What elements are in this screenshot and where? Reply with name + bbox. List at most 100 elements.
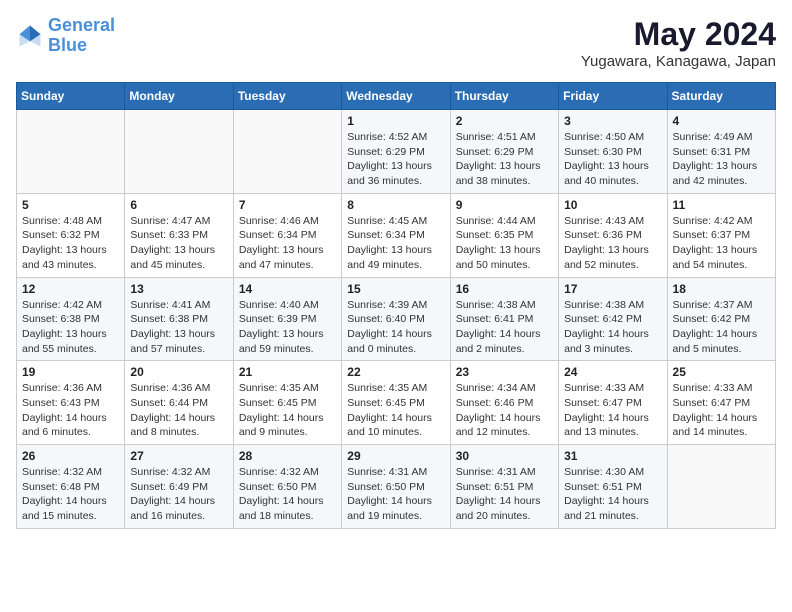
logo: General Blue (16, 16, 115, 56)
day-info: Sunrise: 4:35 AM Sunset: 6:45 PM Dayligh… (239, 381, 336, 440)
calendar-cell: 17 Sunrise: 4:38 AM Sunset: 6:42 PM Dayli… (559, 277, 667, 361)
day-number: 5 (22, 198, 119, 212)
calendar-week: 1Sunrise: 4:52 AM Sunset: 6:29 PM Daylig… (17, 110, 776, 194)
calendar-cell: 4 Sunrise: 4:49 AM Sunset: 6:31 PM Daylig… (667, 110, 775, 194)
logo-text: General Blue (48, 16, 115, 56)
calendar-cell: 31Sunrise: 4:30 AM Sunset: 6:51 PM Dayli… (559, 445, 667, 529)
day-number: 2 (456, 114, 553, 128)
day-info: Sunrise: 4:31 AM Sunset: 6:50 PM Dayligh… (347, 465, 444, 524)
day-info: Sunrise: 4:48 AM Sunset: 6:32 PM Dayligh… (22, 214, 119, 273)
calendar-cell: 1Sunrise: 4:52 AM Sunset: 6:29 PM Daylig… (342, 110, 450, 194)
calendar-cell: 22 Sunrise: 4:35 AM Sunset: 6:45 PM Dayli… (342, 361, 450, 445)
header-day: Friday (559, 83, 667, 110)
day-number: 9 (456, 198, 553, 212)
day-number: 13 (130, 282, 227, 296)
day-number: 20 (130, 365, 227, 379)
day-info: Sunrise: 4:45 AM Sunset: 6:34 PM Dayligh… (347, 214, 444, 273)
calendar-cell: 5 Sunrise: 4:48 AM Sunset: 6:32 PM Daylig… (17, 193, 125, 277)
calendar-body: 1Sunrise: 4:52 AM Sunset: 6:29 PM Daylig… (17, 110, 776, 529)
calendar-cell: 11Sunrise: 4:42 AM Sunset: 6:37 PM Dayli… (667, 193, 775, 277)
calendar-week: 12 Sunrise: 4:42 AM Sunset: 6:38 PM Dayli… (17, 277, 776, 361)
calendar-cell: 26 Sunrise: 4:32 AM Sunset: 6:48 PM Dayli… (17, 445, 125, 529)
day-info: Sunrise: 4:50 AM Sunset: 6:30 PM Dayligh… (564, 130, 661, 189)
calendar-cell (125, 110, 233, 194)
calendar-cell: 6 Sunrise: 4:47 AM Sunset: 6:33 PM Daylig… (125, 193, 233, 277)
day-number: 4 (673, 114, 770, 128)
location: Yugawara, Kanagawa, Japan (581, 53, 776, 70)
day-info: Sunrise: 4:37 AM Sunset: 6:42 PM Dayligh… (673, 298, 770, 357)
day-number: 22 (347, 365, 444, 379)
day-number: 15 (347, 282, 444, 296)
calendar-cell: 15 Sunrise: 4:39 AM Sunset: 6:40 PM Dayli… (342, 277, 450, 361)
day-number: 3 (564, 114, 661, 128)
day-number: 14 (239, 282, 336, 296)
day-info: Sunrise: 4:46 AM Sunset: 6:34 PM Dayligh… (239, 214, 336, 273)
calendar-cell: 29 Sunrise: 4:31 AM Sunset: 6:50 PM Dayli… (342, 445, 450, 529)
calendar-header: SundayMondayTuesdayWednesdayThursdayFrid… (17, 83, 776, 110)
day-info: Sunrise: 4:40 AM Sunset: 6:39 PM Dayligh… (239, 298, 336, 357)
day-number: 28 (239, 449, 336, 463)
day-number: 19 (22, 365, 119, 379)
month-title: May 2024 (581, 16, 776, 53)
day-info: Sunrise: 4:39 AM Sunset: 6:40 PM Dayligh… (347, 298, 444, 357)
header-row: SundayMondayTuesdayWednesdayThursdayFrid… (17, 83, 776, 110)
calendar-cell: 19Sunrise: 4:36 AM Sunset: 6:43 PM Dayli… (17, 361, 125, 445)
calendar-cell: 30Sunrise: 4:31 AM Sunset: 6:51 PM Dayli… (450, 445, 558, 529)
day-info: Sunrise: 4:33 AM Sunset: 6:47 PM Dayligh… (564, 381, 661, 440)
day-info: Sunrise: 4:49 AM Sunset: 6:31 PM Dayligh… (673, 130, 770, 189)
day-info: Sunrise: 4:35 AM Sunset: 6:45 PM Dayligh… (347, 381, 444, 440)
calendar-cell: 9 Sunrise: 4:44 AM Sunset: 6:35 PM Daylig… (450, 193, 558, 277)
calendar-cell: 12 Sunrise: 4:42 AM Sunset: 6:38 PM Dayli… (17, 277, 125, 361)
day-number: 29 (347, 449, 444, 463)
header-day: Sunday (17, 83, 125, 110)
calendar-cell: 21 Sunrise: 4:35 AM Sunset: 6:45 PM Dayli… (233, 361, 341, 445)
calendar-cell: 7 Sunrise: 4:46 AM Sunset: 6:34 PM Daylig… (233, 193, 341, 277)
day-info: Sunrise: 4:51 AM Sunset: 6:29 PM Dayligh… (456, 130, 553, 189)
day-info: Sunrise: 4:32 AM Sunset: 6:48 PM Dayligh… (22, 465, 119, 524)
day-number: 7 (239, 198, 336, 212)
day-info: Sunrise: 4:43 AM Sunset: 6:36 PM Dayligh… (564, 214, 661, 273)
calendar-cell: 18 Sunrise: 4:37 AM Sunset: 6:42 PM Dayli… (667, 277, 775, 361)
day-number: 30 (456, 449, 553, 463)
day-number: 17 (564, 282, 661, 296)
day-info: Sunrise: 4:34 AM Sunset: 6:46 PM Dayligh… (456, 381, 553, 440)
day-number: 23 (456, 365, 553, 379)
header-day: Wednesday (342, 83, 450, 110)
calendar-cell: 10 Sunrise: 4:43 AM Sunset: 6:36 PM Dayli… (559, 193, 667, 277)
day-number: 16 (456, 282, 553, 296)
day-info: Sunrise: 4:44 AM Sunset: 6:35 PM Dayligh… (456, 214, 553, 273)
day-number: 26 (22, 449, 119, 463)
calendar-cell: 23 Sunrise: 4:34 AM Sunset: 6:46 PM Dayli… (450, 361, 558, 445)
day-info: Sunrise: 4:47 AM Sunset: 6:33 PM Dayligh… (130, 214, 227, 273)
day-info: Sunrise: 4:32 AM Sunset: 6:50 PM Dayligh… (239, 465, 336, 524)
calendar-table: SundayMondayTuesdayWednesdayThursdayFrid… (16, 82, 776, 529)
calendar-cell (17, 110, 125, 194)
day-info: Sunrise: 4:42 AM Sunset: 6:38 PM Dayligh… (22, 298, 119, 357)
header-day: Tuesday (233, 83, 341, 110)
calendar-cell: 2 Sunrise: 4:51 AM Sunset: 6:29 PM Daylig… (450, 110, 558, 194)
day-number: 10 (564, 198, 661, 212)
page-header: General Blue May 2024 Yugawara, Kanagawa… (16, 16, 776, 70)
day-number: 11 (673, 198, 770, 212)
title-block: May 2024 Yugawara, Kanagawa, Japan (581, 16, 776, 70)
calendar-week: 19Sunrise: 4:36 AM Sunset: 6:43 PM Dayli… (17, 361, 776, 445)
calendar-cell: 3 Sunrise: 4:50 AM Sunset: 6:30 PM Daylig… (559, 110, 667, 194)
day-number: 21 (239, 365, 336, 379)
day-info: Sunrise: 4:32 AM Sunset: 6:49 PM Dayligh… (130, 465, 227, 524)
day-number: 24 (564, 365, 661, 379)
day-number: 12 (22, 282, 119, 296)
day-number: 6 (130, 198, 227, 212)
day-info: Sunrise: 4:52 AM Sunset: 6:29 PM Dayligh… (347, 130, 444, 189)
calendar-week: 26 Sunrise: 4:32 AM Sunset: 6:48 PM Dayli… (17, 445, 776, 529)
calendar-cell: 24 Sunrise: 4:33 AM Sunset: 6:47 PM Dayli… (559, 361, 667, 445)
calendar-cell: 14 Sunrise: 4:40 AM Sunset: 6:39 PM Dayli… (233, 277, 341, 361)
calendar-week: 5 Sunrise: 4:48 AM Sunset: 6:32 PM Daylig… (17, 193, 776, 277)
day-info: Sunrise: 4:38 AM Sunset: 6:41 PM Dayligh… (456, 298, 553, 357)
day-info: Sunrise: 4:41 AM Sunset: 6:38 PM Dayligh… (130, 298, 227, 357)
calendar-cell: 25Sunrise: 4:33 AM Sunset: 6:47 PM Dayli… (667, 361, 775, 445)
calendar-cell (233, 110, 341, 194)
calendar-cell: 8Sunrise: 4:45 AM Sunset: 6:34 PM Daylig… (342, 193, 450, 277)
day-number: 25 (673, 365, 770, 379)
day-info: Sunrise: 4:38 AM Sunset: 6:42 PM Dayligh… (564, 298, 661, 357)
day-number: 18 (673, 282, 770, 296)
